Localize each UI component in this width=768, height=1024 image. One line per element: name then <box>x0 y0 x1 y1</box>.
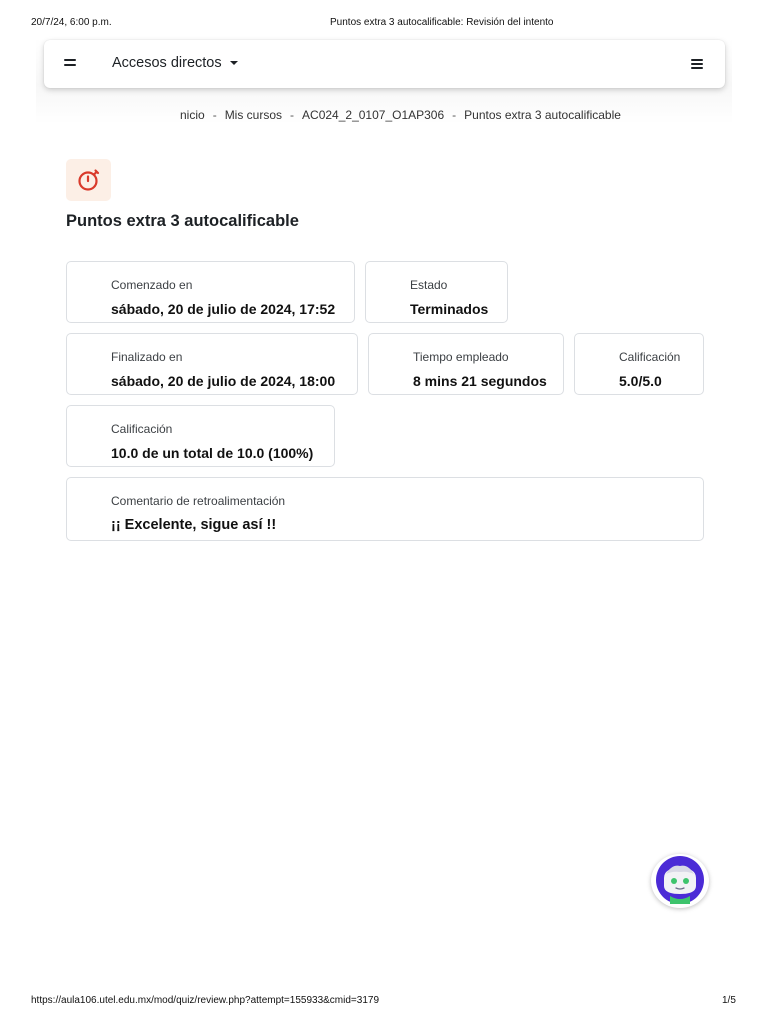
chatbot-button[interactable] <box>651 854 709 908</box>
activity-icon-badge <box>66 159 111 201</box>
state-value: Terminados <box>410 301 489 317</box>
breadcrumb-separator: - <box>212 108 217 122</box>
feedback-value: ¡¡ Excelente, sigue así !! <box>111 517 277 533</box>
state-label: Estado <box>410 278 448 292</box>
breadcrumb-separator: - <box>452 108 457 122</box>
summary-card-grade: Calificación 10.0 de un total de 10.0 (1… <box>66 405 335 467</box>
top-navbar: Accesos directos <box>44 40 725 88</box>
drawer-toggle-button[interactable] <box>62 55 78 71</box>
grade-value: 10.0 de un total de 10.0 (100%) <box>111 445 314 461</box>
shortcuts-label: Accesos directos <box>112 55 222 71</box>
print-header: 20/7/24, 6:00 p.m. Puntos extra 3 autoca… <box>0 17 768 31</box>
breadcrumb-item-home[interactable]: nicio <box>180 108 205 122</box>
page-url: https://aula106.utel.edu.mx/mod/quiz/rev… <box>31 995 380 1006</box>
grade-label: Calificación <box>111 422 173 436</box>
finished-value: sábado, 20 de julio de 2024, 18:00 <box>111 373 336 389</box>
summary-card-time-taken: Tiempo empleado 8 mins 21 segundos <box>368 333 564 395</box>
breadcrumb-item-course[interactable]: AC024_2_0107_O1AP306 <box>302 108 444 122</box>
started-label: Comenzado en <box>111 278 193 292</box>
time-taken-value: 8 mins 21 segundos <box>413 373 547 389</box>
marks-label: Calificación <box>619 350 681 364</box>
print-document-title: Puntos extra 3 autocalificable: Revisión… <box>330 17 554 28</box>
shortcuts-dropdown[interactable]: Accesos directos <box>112 55 238 71</box>
caret-down-icon <box>229 61 238 66</box>
started-value: sábado, 20 de julio de 2024, 17:52 <box>111 301 336 317</box>
feedback-label: Comentario de retroalimentación <box>111 494 286 508</box>
breadcrumb: nicio - Mis cursos - AC024_2_0107_O1AP306- Pu… <box>180 108 621 122</box>
page-number: 1/5 <box>722 995 736 1006</box>
marks-value: 5.0/5.0 <box>619 373 662 389</box>
breadcrumb-separator: - <box>290 108 295 122</box>
page-title: Puntos extra 3 autocalificable <box>66 212 299 230</box>
summary-card-feedback: Comentario de retroalimentación ¡¡ Excel… <box>66 477 704 541</box>
breadcrumb-item-quiz[interactable]: Puntos extra 3 autocalificable <box>464 108 621 122</box>
print-date: 20/7/24, 6:00 p.m. <box>31 17 112 28</box>
chatbot-avatar-icon <box>656 856 704 904</box>
summary-card-finished: Finalizado en sábado, 20 de julio de 202… <box>66 333 358 395</box>
summary-card-marks: Calificación 5.0/5.0 <box>574 333 704 395</box>
summary-card-started: Comenzado en sábado, 20 de julio de 2024… <box>66 261 355 323</box>
time-taken-label: Tiempo empleado <box>413 350 509 364</box>
summary-card-state: Estado Terminados <box>365 261 508 323</box>
finished-label: Finalizado en <box>111 350 183 364</box>
stopwatch-icon <box>77 169 99 191</box>
drawer-toggle-icon <box>64 59 76 61</box>
hamburger-icon <box>691 59 703 61</box>
menu-button[interactable] <box>690 57 704 71</box>
breadcrumb-item-my-courses[interactable]: Mis cursos <box>225 108 282 122</box>
